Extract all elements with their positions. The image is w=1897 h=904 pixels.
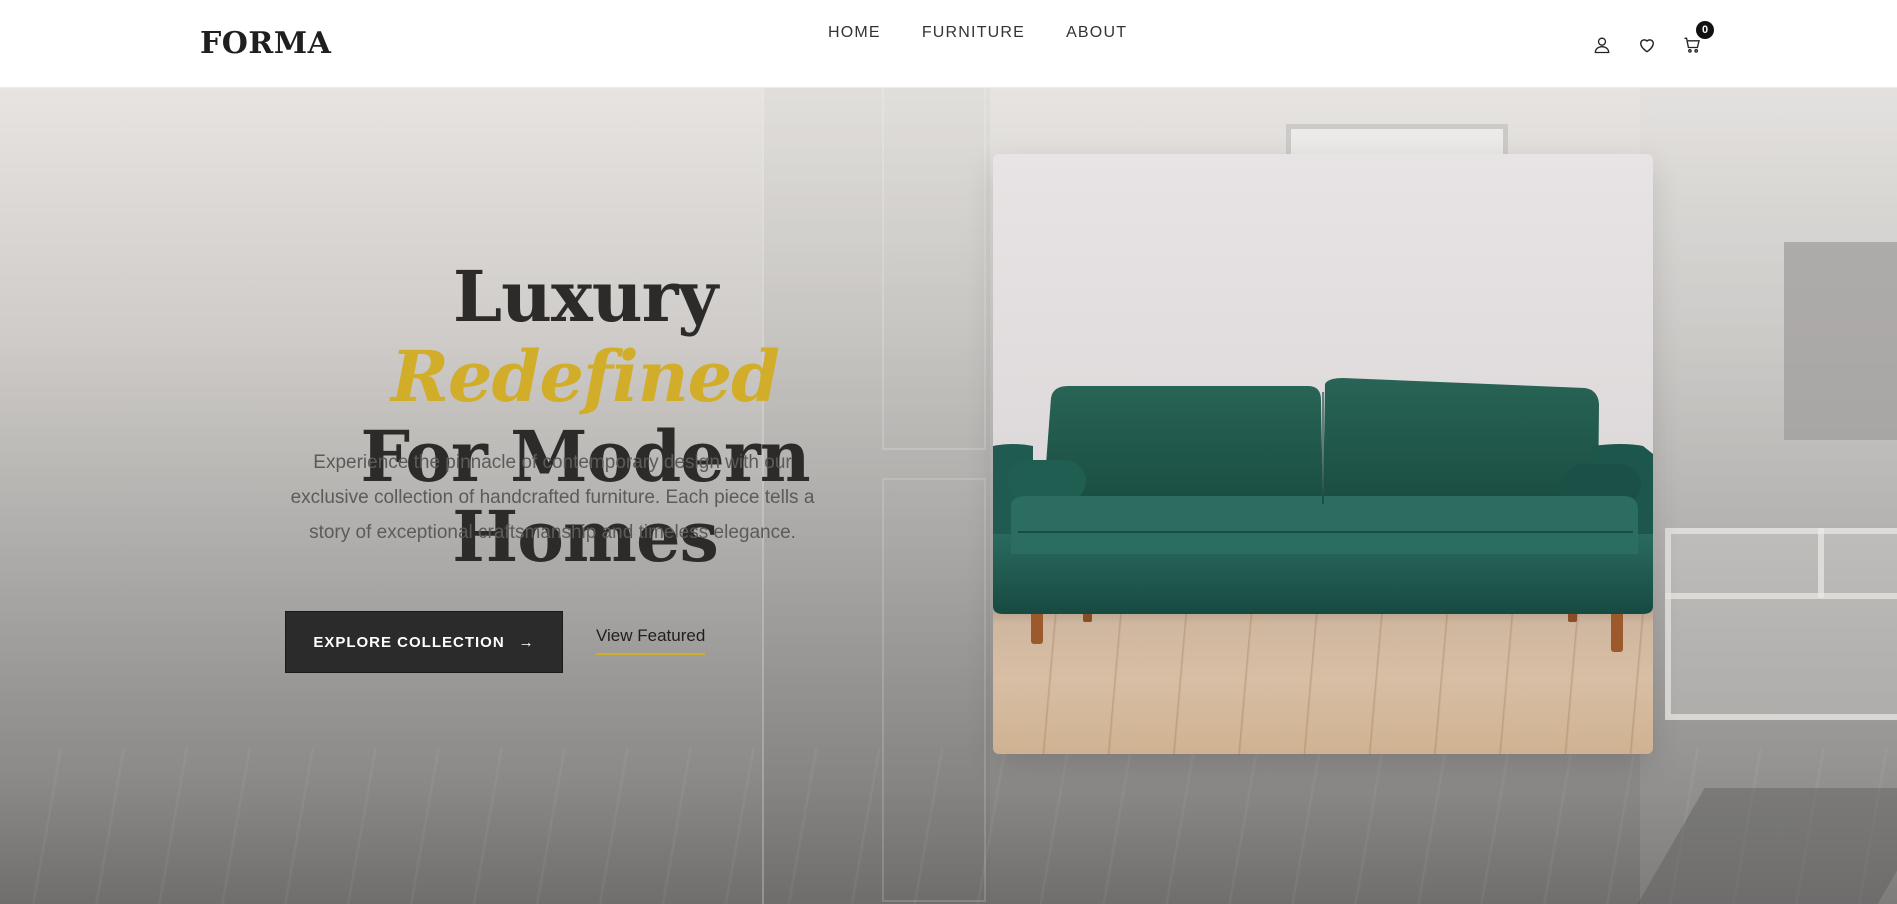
sofa-illustration [993,378,1653,652]
hero-description: Experience the pinnacle of contemporary … [290,452,815,543]
explore-collection-label: EXPLORE COLLECTION [313,633,505,651]
background-floor [0,748,1897,904]
nav-furniture[interactable]: FURNITURE [922,24,1025,42]
header-actions: 0 [1590,21,1714,57]
headline-text: Luxury [452,255,718,339]
nav-about[interactable]: ABOUT [1066,24,1127,42]
background-picture-frame [1784,242,1897,440]
hero-product-image [993,154,1653,754]
background-cabinet [1665,528,1897,720]
background-cabinet-divider [1818,528,1824,598]
nav-home[interactable]: HOME [828,24,881,42]
user-icon[interactable] [1590,33,1614,57]
cart-icon[interactable]: 0 [1680,21,1714,57]
heart-icon[interactable] [1635,33,1659,57]
headline-accent: Redefined [390,335,780,419]
main-nav: HOME FURNITURE ABOUT [828,24,1127,42]
cart-count-badge: 0 [1696,21,1714,39]
site-header: FORMA HOME FURNITURE ABOUT 0 [0,0,1897,88]
arrow-right-icon: → [518,633,535,651]
view-featured-link[interactable]: View Featured [596,626,706,655]
brand-logo[interactable]: FORMA [200,26,331,61]
explore-collection-button[interactable]: EXPLORE COLLECTION → [285,611,563,673]
background-cabinet-shelf [1665,593,1897,599]
